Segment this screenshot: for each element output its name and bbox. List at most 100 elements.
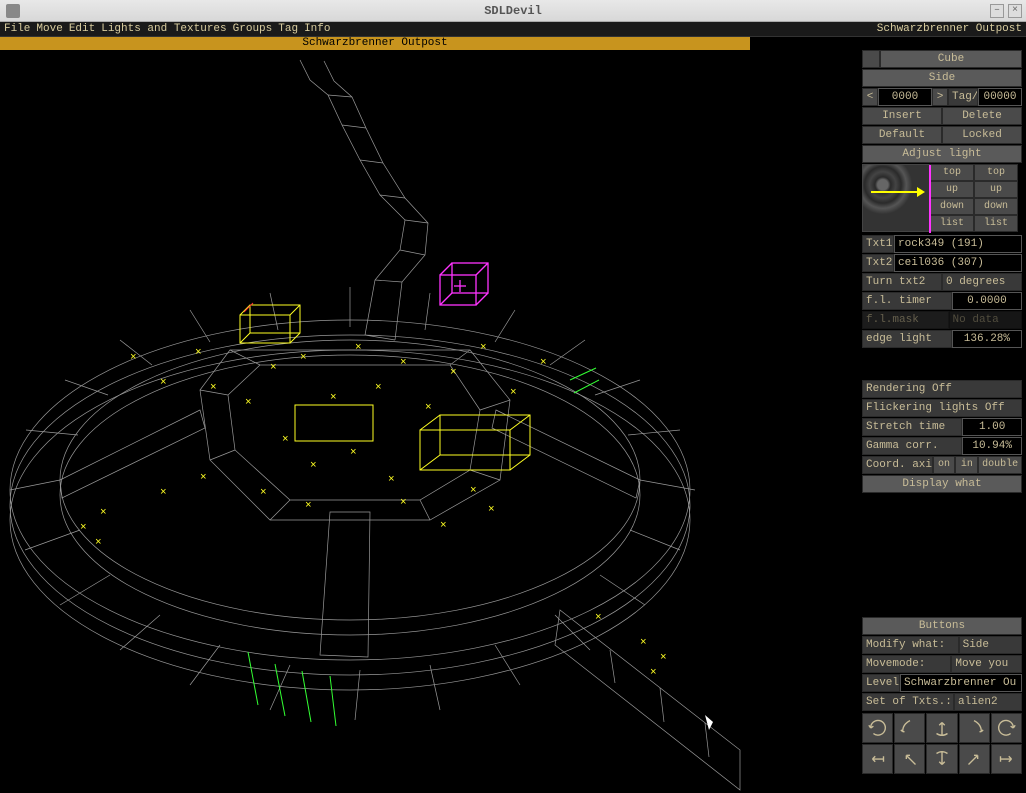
menu-file[interactable]: File	[4, 23, 30, 35]
orient-list-a[interactable]: list	[930, 215, 974, 232]
menu-tag[interactable]: Tag	[278, 23, 298, 35]
buttons-panel: Buttons Modify what:Side Movemode:Move y…	[862, 617, 1022, 774]
svg-text:×: ×	[375, 382, 382, 394]
wireframe-render: ××× ××× ××× ××× ××× ××× ××× ××× ××× ××× …	[0, 50, 750, 793]
svg-text:×: ×	[400, 357, 407, 369]
svg-text:×: ×	[595, 612, 602, 624]
menu-lights-textures[interactable]: Lights and Textures	[101, 23, 226, 35]
rotate-cw-icon[interactable]	[991, 713, 1022, 743]
nav-next[interactable]: >	[932, 88, 948, 106]
svg-text:×: ×	[640, 637, 647, 649]
menu-level-name: Schwarzbrenner Outpost	[877, 23, 1022, 35]
txt1-value[interactable]: rock349 (191)	[894, 235, 1022, 253]
movemode-value[interactable]: Move you	[951, 655, 1022, 673]
fl-timer-value[interactable]: 0.0000	[952, 292, 1022, 310]
tilt-up-icon[interactable]	[926, 713, 957, 743]
viewport-title: Schwarzbrenner Outpost	[0, 37, 750, 50]
svg-text:×: ×	[310, 460, 317, 472]
coord-in[interactable]: in	[955, 456, 978, 474]
svg-text:×: ×	[282, 434, 289, 446]
orient-top-a[interactable]: top	[930, 164, 974, 181]
flickering-toggle[interactable]: Flickering lights Off	[862, 399, 1022, 417]
movemode-label: Movemode:	[862, 655, 951, 673]
edge-light-label: edge light	[862, 330, 952, 348]
stretch-label: Stretch time	[862, 418, 962, 436]
cube-index-input[interactable]: 0000	[878, 88, 932, 106]
minimize-button[interactable]: –	[990, 4, 1004, 18]
coord-label: Coord. axis	[862, 456, 933, 474]
svg-text:×: ×	[195, 347, 202, 359]
stretch-value[interactable]: 1.00	[962, 418, 1022, 436]
menu-info[interactable]: Info	[304, 23, 330, 35]
close-button[interactable]: ×	[1008, 4, 1022, 18]
tilt-left-icon[interactable]	[894, 713, 925, 743]
coord-double[interactable]: double	[978, 456, 1022, 474]
menu-move[interactable]: Move	[36, 23, 62, 35]
tag-value-input[interactable]: 00000	[978, 88, 1022, 106]
svg-text:×: ×	[425, 402, 432, 414]
menu-groups[interactable]: Groups	[233, 23, 273, 35]
fl-mask-value: No data	[949, 311, 1022, 329]
svg-text:×: ×	[660, 652, 667, 664]
svg-text:×: ×	[650, 667, 657, 679]
svg-text:×: ×	[440, 520, 447, 532]
modify-value[interactable]: Side	[959, 636, 1022, 654]
nav-prev[interactable]: <	[862, 88, 878, 106]
locked-button[interactable]: Locked	[942, 126, 1022, 144]
rotate-ccw-icon[interactable]	[862, 713, 893, 743]
orient-down-b[interactable]: down	[974, 198, 1018, 215]
pan-left-icon[interactable]	[862, 744, 893, 774]
svg-text:×: ×	[80, 522, 87, 534]
menu-bar: File Move Edit Lights and Textures Group…	[0, 22, 1026, 37]
fl-mask-label: f.l.mask	[862, 311, 949, 329]
window-titlebar: SDLDevil – ×	[0, 0, 1026, 22]
header-side[interactable]: Side	[862, 69, 1022, 87]
pan-right-icon[interactable]	[991, 744, 1022, 774]
txts-value[interactable]: alien2	[954, 693, 1022, 711]
menu-edit[interactable]: Edit	[69, 23, 95, 35]
level-value[interactable]: Schwarzbrenner Ou	[900, 674, 1022, 692]
window-title: SDLDevil	[484, 4, 542, 18]
texture-preview[interactable]	[862, 164, 930, 232]
svg-text:×: ×	[100, 507, 107, 519]
svg-text:×: ×	[260, 487, 267, 499]
txt2-value[interactable]: ceil036 (307)	[894, 254, 1022, 272]
orient-down-a[interactable]: down	[930, 198, 974, 215]
adjust-light-button[interactable]: Adjust light	[862, 145, 1022, 163]
svg-text:×: ×	[200, 472, 207, 484]
render-panel: Rendering Off Flickering lights Off Stre…	[862, 380, 1022, 494]
txt2-label: Txt2	[862, 254, 894, 272]
pan-up-right-icon[interactable]	[959, 744, 990, 774]
delete-button[interactable]: Delete	[942, 107, 1022, 125]
pan-up-left-icon[interactable]	[894, 744, 925, 774]
svg-text:×: ×	[510, 387, 517, 399]
header-cube[interactable]: Cube	[880, 50, 1022, 68]
orient-list-b[interactable]: list	[974, 215, 1018, 232]
display-what-button[interactable]: Display what	[862, 475, 1022, 493]
orient-up-a[interactable]: up	[930, 181, 974, 198]
turn-txt2-value[interactable]: 0 degrees	[942, 273, 1022, 291]
edge-light-value[interactable]: 136.28%	[952, 330, 1022, 348]
svg-text:×: ×	[400, 497, 407, 509]
header-toggle[interactable]	[862, 50, 880, 68]
texture-arrow-icon	[871, 191, 919, 193]
default-button[interactable]: Default	[862, 126, 942, 144]
tilt-right-icon[interactable]	[959, 713, 990, 743]
orient-up-b[interactable]: up	[974, 181, 1018, 198]
orient-top-b[interactable]: top	[974, 164, 1018, 181]
tag-label: Tag/	[948, 88, 978, 106]
svg-text:×: ×	[355, 342, 362, 354]
coord-on[interactable]: on	[933, 456, 956, 474]
gamma-label: Gamma corr.	[862, 437, 962, 455]
pan-down-icon[interactable]	[926, 744, 957, 774]
rendering-toggle[interactable]: Rendering Off	[862, 380, 1022, 398]
svg-text:×: ×	[160, 487, 167, 499]
viewport-3d[interactable]: ××× ××× ××× ××× ××× ××× ××× ××× ××× ××× …	[0, 50, 750, 793]
gamma-value[interactable]: 10.94%	[962, 437, 1022, 455]
modify-label: Modify what:	[862, 636, 959, 654]
insert-button[interactable]: Insert	[862, 107, 942, 125]
svg-text:×: ×	[488, 504, 495, 516]
svg-text:×: ×	[480, 342, 487, 354]
level-label: Level	[862, 674, 900, 692]
svg-text:×: ×	[450, 367, 457, 379]
